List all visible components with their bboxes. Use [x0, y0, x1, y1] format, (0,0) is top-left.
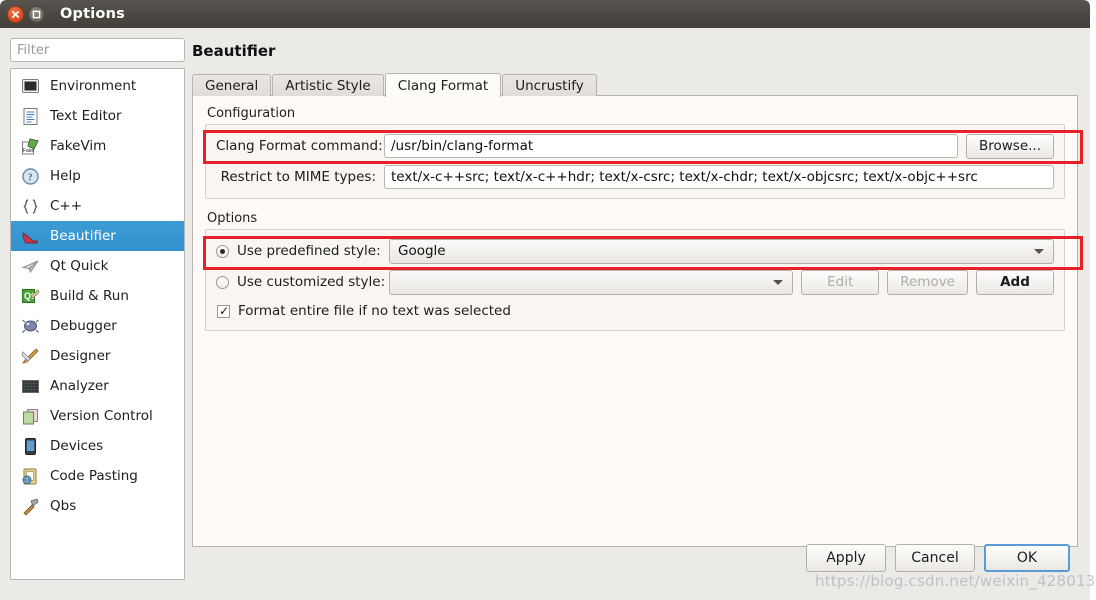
remove-style-button[interactable]: Remove: [887, 269, 968, 295]
title-bar: Options: [0, 0, 1090, 28]
hammer-icon: [20, 496, 40, 516]
clang-format-command-label: Clang Format command:: [216, 138, 383, 154]
predefined-style-combo[interactable]: Google: [389, 238, 1054, 264]
sidebar-item-analyzer[interactable]: Analyzer: [11, 371, 184, 401]
sidebar-item-qbs[interactable]: Qbs: [11, 491, 184, 521]
format-entire-file-label: Format entire file if no text was select…: [238, 303, 511, 319]
sidebar-item-label: Debugger: [50, 318, 117, 334]
sidebar-item-build-and-run[interactable]: Qt Build & Run: [11, 281, 184, 311]
customized-style-row: Use customized style: Edit Remove Add: [216, 269, 1054, 295]
sidebar-item-label: Text Editor: [50, 108, 122, 124]
sidebar-item-help[interactable]: ? Help: [11, 161, 184, 191]
customized-style-combo[interactable]: [389, 269, 794, 295]
sidebar-item-code-pasting[interactable]: Code Pasting: [11, 461, 184, 491]
sidebar-item-fakevim[interactable]: Fake FakeVim: [11, 131, 184, 161]
clang-format-panel: Configuration Clang Format command: /usr…: [192, 95, 1083, 547]
bug-icon: [20, 316, 40, 336]
tab-clang-format[interactable]: Clang Format: [384, 73, 502, 97]
sidebar-item-environment[interactable]: Environment: [11, 71, 184, 101]
sidebar-item-label: Environment: [50, 78, 137, 94]
tab-bar: General Artistic Style Clang Format Uncr…: [192, 72, 1078, 97]
format-entire-file-row: Format entire file if no text was select…: [216, 300, 1054, 322]
copy-pages-icon: [20, 406, 40, 426]
mime-types-input[interactable]: text/x-c++src; text/x-c++hdr; text/x-csr…: [384, 165, 1054, 189]
sidebar-item-label: Qbs: [50, 498, 77, 514]
braces-icon: [20, 196, 40, 216]
grid-chart-icon: [20, 376, 40, 396]
sidebar-item-label: FakeVim: [50, 138, 107, 154]
configuration-group-label: Configuration: [207, 106, 296, 121]
sidebar-item-devices[interactable]: Devices: [11, 431, 184, 461]
sidebar-item-qt-quick[interactable]: Qt Quick: [11, 251, 184, 281]
apply-button[interactable]: Apply: [806, 544, 886, 572]
options-dialog-window: Options Filter Environment Text Editor F…: [0, 0, 1090, 600]
sidebar-item-version-control[interactable]: Version Control: [11, 401, 184, 431]
sidebar: Filter Environment Text Editor Fake Fake…: [10, 38, 185, 580]
clipboard-globe-icon: [20, 466, 40, 486]
content-pane: Beautifier General Artistic Style Clang …: [190, 38, 1083, 580]
edit-style-button[interactable]: Edit: [801, 269, 880, 295]
filter-placeholder: Filter: [17, 42, 50, 58]
sidebar-item-label: Help: [50, 168, 81, 184]
cancel-button[interactable]: Cancel: [895, 544, 975, 572]
sidebar-item-label: Build & Run: [50, 288, 129, 304]
sidebar-item-cpp[interactable]: C++: [11, 191, 184, 221]
close-icon[interactable]: [7, 5, 24, 23]
use-predefined-style-label: Use predefined style:: [237, 243, 381, 259]
sidebar-item-debugger[interactable]: Debugger: [11, 311, 184, 341]
svg-text:Fake: Fake: [23, 148, 34, 154]
paper-plane-icon: [20, 256, 40, 276]
phone-icon: [20, 436, 40, 456]
sidebar-item-designer[interactable]: Designer: [11, 341, 184, 371]
clang-format-command-input[interactable]: /usr/bin/clang-format: [384, 134, 958, 158]
sidebar-item-label: Version Control: [50, 408, 153, 424]
chevron-down-icon: [773, 280, 784, 285]
mime-types-row: Restrict to MIME types: text/x-c++src; t…: [216, 164, 1054, 190]
tab-uncrustify[interactable]: Uncrustify: [502, 74, 597, 96]
clang-format-command-row: Clang Format command: /usr/bin/clang-for…: [216, 133, 1054, 159]
fakevim-icon: Fake: [20, 136, 40, 156]
options-group: Use predefined style: Google Use customi…: [205, 229, 1065, 331]
high-heel-shoe-icon: [20, 226, 40, 246]
ok-button[interactable]: OK: [984, 544, 1070, 572]
category-list[interactable]: Environment Text Editor Fake FakeVim ? H…: [10, 68, 185, 580]
qt-build-icon: Qt: [20, 286, 40, 306]
use-customized-style-radio[interactable]: [216, 275, 229, 289]
question-mark-icon: ?: [20, 166, 40, 186]
document-text-icon: [20, 106, 40, 126]
sidebar-item-beautifier[interactable]: Beautifier: [11, 221, 184, 251]
sidebar-item-label: Analyzer: [50, 378, 109, 394]
pencil-ruler-icon: [20, 346, 40, 366]
use-customized-style-label: Use customized style:: [237, 274, 386, 290]
sidebar-item-text-editor[interactable]: Text Editor: [11, 101, 184, 131]
predefined-style-value: Google: [398, 243, 446, 259]
svg-text:?: ?: [27, 172, 32, 183]
options-group-label: Options: [207, 211, 258, 226]
dialog-body: Filter Environment Text Editor Fake Fake…: [0, 28, 1090, 600]
browse-button[interactable]: Browse...: [965, 133, 1054, 159]
tab-artistic-style[interactable]: Artistic Style: [272, 74, 384, 96]
mime-types-label: Restrict to MIME types:: [220, 169, 376, 185]
monitor-icon: [20, 76, 40, 96]
tab-general[interactable]: General: [192, 74, 272, 96]
use-predefined-style-radio[interactable]: [216, 244, 229, 258]
sidebar-item-label: Devices: [50, 438, 104, 454]
page-title: Beautifier: [192, 42, 276, 60]
dialog-button-bar: Apply Cancel OK: [806, 544, 1070, 572]
sidebar-item-label: Code Pasting: [50, 468, 138, 484]
sidebar-item-label: Qt Quick: [50, 258, 109, 274]
sidebar-item-label: C++: [50, 198, 83, 214]
sidebar-item-label: Beautifier: [50, 228, 116, 244]
predefined-style-row: Use predefined style: Google: [216, 238, 1054, 264]
window-title: Options: [60, 6, 125, 22]
add-style-button[interactable]: Add: [976, 269, 1054, 295]
filter-input[interactable]: Filter: [10, 38, 185, 62]
format-entire-file-checkbox[interactable]: [217, 303, 230, 319]
sidebar-item-label: Designer: [50, 348, 111, 364]
configuration-group: Clang Format command: /usr/bin/clang-for…: [205, 124, 1065, 199]
maximize-icon[interactable]: [28, 5, 45, 23]
chevron-down-icon: [1034, 249, 1044, 254]
